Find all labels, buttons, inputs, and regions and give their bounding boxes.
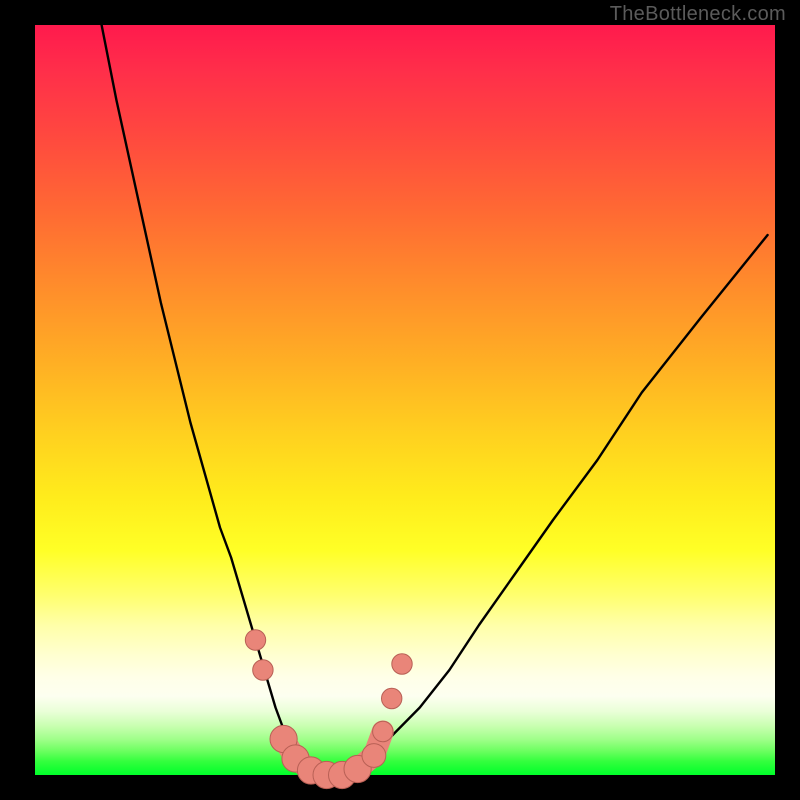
app-frame: TheBottleneck.com [0,0,800,800]
bottleneck-curve [102,25,768,775]
chart-panel [35,25,775,775]
pt-right-low [362,744,386,768]
pt-right-mid2 [382,688,402,708]
chart-overlay [35,25,775,775]
pt-right-upper [392,654,412,674]
pt-left-upper [245,630,265,650]
attribution-text: TheBottleneck.com [610,3,786,26]
curve-markers [245,630,412,789]
pt-right-mid1 [373,721,393,741]
pt-left-mid [253,660,273,680]
